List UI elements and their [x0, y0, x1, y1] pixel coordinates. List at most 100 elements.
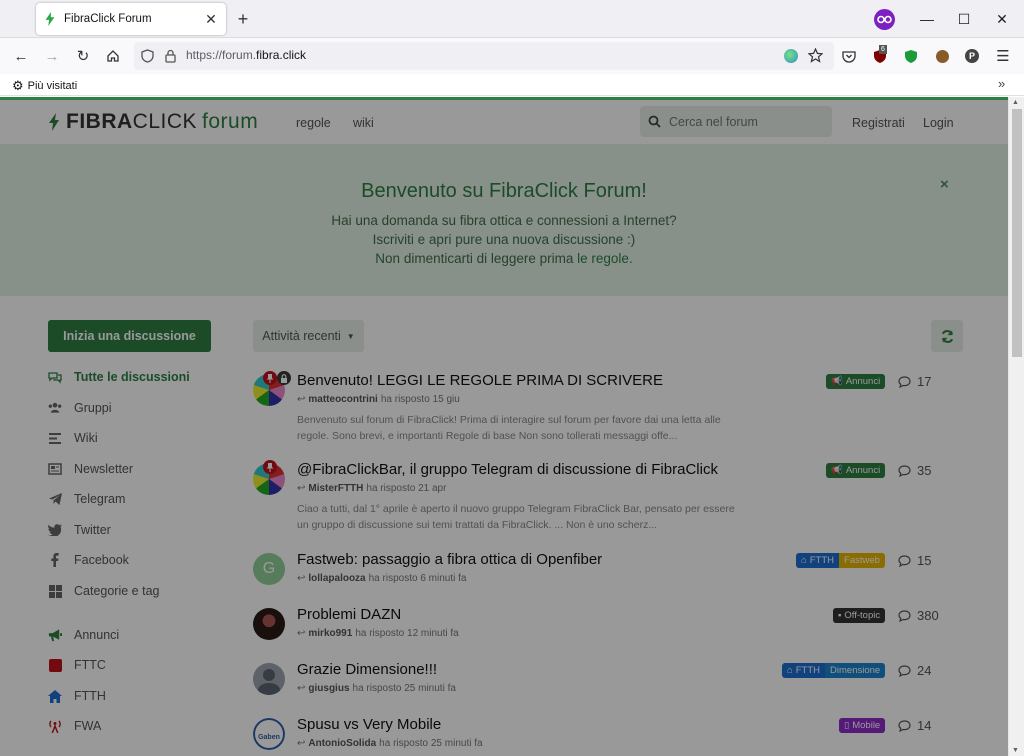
bookmark-star-icon[interactable]	[808, 48, 823, 63]
tag-badge[interactable]: ⌂ FTTH	[782, 663, 826, 678]
avatar[interactable]: G	[253, 553, 285, 585]
hero-close-icon[interactable]: ×	[940, 176, 949, 193]
discussion-title[interactable]: Fastweb: passaggio a fibra ottica di Ope…	[297, 551, 602, 568]
discussion-tags: ▯ Mobile	[839, 718, 886, 733]
url-bar[interactable]: https://forum.fibra.click	[134, 42, 834, 70]
search-input[interactable]	[669, 114, 819, 129]
new-tab-icon[interactable]: +	[232, 8, 254, 30]
sidebar-item-ftth[interactable]: FTTH	[48, 689, 106, 703]
bullhorn-icon: 📢	[831, 465, 843, 476]
minimize-icon[interactable]: —	[916, 9, 938, 29]
lock-icon	[277, 371, 291, 385]
search-box[interactable]	[640, 106, 832, 137]
ublock-icon[interactable]: 6	[871, 45, 889, 65]
tag-badge[interactable]: Dimensione	[825, 663, 886, 678]
discussion-action: ha risposto 25 minuti fa	[379, 738, 483, 749]
sidebar-item-newsletter[interactable]: Newsletter	[48, 462, 133, 476]
header-link-wiki[interactable]: wiki	[353, 116, 374, 130]
tag-badge[interactable]: ⌂ FTTH	[796, 553, 840, 568]
home-icon[interactable]	[102, 45, 124, 67]
pocket-icon[interactable]	[840, 47, 858, 65]
sidebar-item-facebook[interactable]: Facebook	[48, 553, 129, 567]
discussion-title[interactable]: Grazie Dimensione!!!	[297, 661, 437, 678]
home-icon: ⌂	[801, 555, 807, 566]
close-tab-icon[interactable]: ✕	[204, 11, 218, 28]
align-left-icon	[48, 431, 62, 445]
reply-count: 35	[898, 463, 931, 478]
discussion-action: ha risposto 25 minuti fa	[352, 683, 456, 694]
scroll-up-icon[interactable]: ▲	[1012, 99, 1019, 106]
sidebar-item-gruppi[interactable]: Gruppi	[48, 401, 112, 415]
start-discussion-button[interactable]: Inizia una discussione	[48, 320, 211, 352]
browser-tab[interactable]: FibraClick Forum ✕	[36, 3, 226, 35]
newspaper-icon	[48, 462, 62, 476]
maximize-icon[interactable]: ☐	[953, 9, 975, 29]
tag-badge[interactable]: ▯ Mobile	[839, 718, 886, 733]
avatar[interactable]	[253, 608, 285, 640]
tag-badge[interactable]: ▪ Off-topic	[833, 608, 886, 623]
header-link-regole[interactable]: regole	[296, 116, 331, 130]
discussion-title[interactable]: @FibraClickBar, il gruppo Telegram di di…	[297, 461, 718, 478]
gear-icon: ⚙	[12, 78, 24, 93]
discussion-title[interactable]: Spusu vs Very Mobile	[297, 716, 441, 733]
privacy-badger-icon[interactable]	[902, 47, 920, 65]
discussion-user[interactable]: MisterFTTH	[308, 483, 363, 494]
bookmarks-toolbar: ⚙ Più visitati »	[0, 74, 1024, 96]
lock-icon[interactable]	[165, 49, 176, 63]
discussion-user[interactable]: mirko991	[308, 628, 352, 639]
sidebar-item-telegram[interactable]: Telegram	[48, 492, 125, 506]
discussion-tags: ⌂ FTTH Fastweb	[796, 553, 885, 568]
sort-dropdown[interactable]: Attività recenti ▼	[253, 320, 364, 352]
sidebar-item-tutte-le-discussioni[interactable]: Tutte le discussioni	[48, 370, 190, 384]
scroll-down-icon[interactable]: ▼	[1012, 747, 1019, 754]
tag-badge[interactable]: 📢 Annunci	[826, 463, 886, 478]
tag-badge[interactable]: 📢 Annunci	[826, 374, 886, 389]
sidebar-item-annunci[interactable]: Annunci	[48, 628, 119, 642]
back-icon[interactable]: ←	[10, 45, 32, 67]
hero-title: Benvenuto su FibraClick Forum!	[361, 180, 647, 202]
extension-globe-icon[interactable]	[784, 49, 798, 63]
scroll-thumb[interactable]	[1012, 109, 1022, 357]
discussion-title[interactable]: Problemi DAZN	[297, 606, 401, 623]
avatar[interactable]: Gaben	[253, 718, 285, 750]
discussion-user[interactable]: matteocontrini	[308, 394, 377, 405]
discussion-action: ha risposto 6 minuti fa	[368, 573, 467, 584]
profile-p-icon[interactable]: P	[963, 47, 981, 65]
comment-icon	[898, 664, 911, 677]
refresh-button[interactable]	[931, 320, 963, 352]
home-icon: ⌂	[787, 665, 793, 676]
discussion-user[interactable]: AntonioSolida	[308, 738, 376, 749]
sidebar-item-label: Wiki	[74, 431, 98, 445]
close-window-icon[interactable]: ✕	[991, 9, 1013, 29]
site-header: FIBRACLICKforum regole wiki Registrati L…	[0, 100, 1008, 144]
shield-icon[interactable]	[141, 49, 154, 63]
discussion-user[interactable]: lollapalooza	[308, 573, 365, 584]
sidebar-item-categorie-e-tag[interactable]: Categorie e tag	[48, 584, 159, 598]
sidebar-item-wiki[interactable]: Wiki	[48, 431, 98, 445]
discussion-user[interactable]: giusgius	[308, 683, 349, 694]
discussion-excerpt: Benvenuto sul forum di FibraClick! Prima…	[297, 414, 721, 442]
tag-badge[interactable]: Fastweb	[839, 553, 885, 568]
sidebar-item-fwa[interactable]: FWA	[48, 719, 101, 733]
reply-icon: ↩	[297, 394, 306, 405]
reply-icon: ↩	[297, 738, 306, 749]
avatar[interactable]	[253, 663, 285, 695]
site-logo[interactable]: FIBRA CLICK forum	[48, 110, 258, 134]
bookmark-most-visited[interactable]: ⚙ Più visitati	[12, 78, 77, 94]
page-scrollbar[interactable]: ▲ ▼	[1008, 97, 1024, 756]
comment-icon	[898, 609, 911, 622]
twitter-icon	[48, 523, 62, 537]
sidebar-item-twitter[interactable]: Twitter	[48, 523, 111, 537]
pin-icon	[263, 371, 277, 385]
rules-link[interactable]: le regole	[577, 251, 629, 266]
cookie-icon[interactable]	[933, 47, 951, 65]
home-icon	[48, 689, 62, 703]
discussion-title[interactable]: Benvenuto! LEGGI LE REGOLE PRIMA DI SCRI…	[297, 372, 663, 389]
register-link[interactable]: Registrati	[852, 116, 905, 130]
forward-icon[interactable]: →	[41, 45, 63, 67]
menu-hamburger-icon[interactable]: ☰	[994, 47, 1012, 65]
bookmarks-overflow-icon[interactable]: »	[998, 76, 1005, 91]
sidebar-item-fttc[interactable]: FTTC	[48, 658, 106, 672]
login-link[interactable]: Login	[923, 116, 954, 130]
reload-icon[interactable]: ↻	[72, 45, 94, 67]
